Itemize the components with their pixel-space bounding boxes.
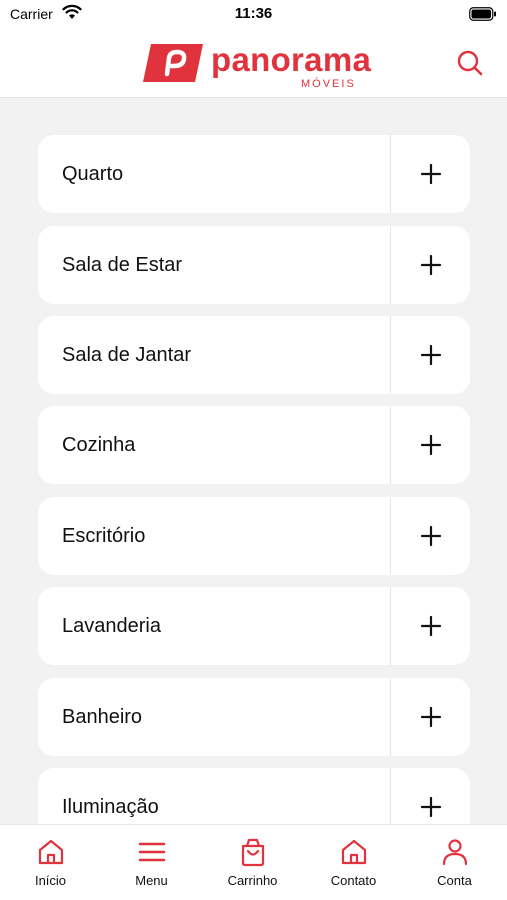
search-icon [457, 50, 483, 76]
nav-item-carrinho[interactable]: Carrinho [202, 825, 303, 900]
category-item-lavanderia[interactable]: Lavanderia [38, 587, 470, 665]
search-button[interactable] [455, 48, 485, 78]
category-item-escritorio[interactable]: Escritório [38, 497, 470, 575]
bag-icon [241, 838, 265, 867]
nav-label: Carrinho [227, 873, 278, 888]
category-label: Sala de Jantar [62, 344, 191, 366]
expand-button[interactable] [390, 135, 470, 213]
category-label: Escritório [62, 525, 146, 547]
plus-icon [420, 615, 442, 637]
category-item-iluminacao[interactable]: Iluminação [38, 768, 470, 824]
nav-label: Contato [330, 873, 377, 888]
plus-icon [420, 254, 442, 276]
category-list[interactable]: Quarto Sala de Estar Sala de Jantar Cozi… [0, 98, 507, 824]
plus-icon [420, 434, 442, 456]
nav-label: Início [34, 873, 67, 888]
status-time: 11:36 [234, 5, 273, 22]
expand-button[interactable] [390, 587, 470, 665]
plus-icon [420, 706, 442, 728]
nav-item-menu[interactable]: Menu [101, 825, 202, 900]
expand-button[interactable] [390, 768, 470, 824]
user-icon [442, 839, 468, 866]
home-icon [341, 839, 367, 865]
category-label: Banheiro [62, 706, 143, 728]
expand-button[interactable] [390, 226, 470, 304]
logo-subtitle: MÓVEIS [301, 78, 356, 90]
menu-icon [138, 842, 166, 862]
nav-item-inicio[interactable]: Início [0, 825, 101, 900]
expand-button[interactable] [390, 497, 470, 575]
category-label: Lavanderia [62, 615, 161, 637]
category-label: Iluminação [62, 796, 159, 818]
app-header: panorama MÓVEIS [0, 30, 507, 98]
brand-logo[interactable]: panorama MÓVEIS [143, 41, 371, 90]
plus-icon [420, 163, 442, 185]
battery-icon [469, 7, 496, 21]
logo-mark-icon [143, 44, 203, 82]
plus-icon [420, 796, 442, 818]
expand-button[interactable] [390, 678, 470, 756]
status-bar: Carrier 11:36 [0, 0, 507, 30]
nav-item-conta[interactable]: Conta [404, 825, 505, 900]
nav-item-contato[interactable]: Contato [303, 825, 404, 900]
category-label: Quarto [62, 163, 124, 185]
logo-wordmark: panorama [211, 41, 372, 78]
category-item-banheiro[interactable]: Banheiro [38, 678, 470, 756]
nav-label: Menu [135, 873, 168, 888]
category-label: Cozinha [62, 434, 136, 456]
category-item-sala-de-estar[interactable]: Sala de Estar [38, 226, 470, 304]
home-icon [38, 839, 64, 865]
plus-icon [420, 525, 442, 547]
category-item-quarto[interactable]: Quarto [38, 135, 470, 213]
category-label: Sala de Estar [62, 254, 183, 276]
nav-label: Conta [437, 873, 472, 888]
expand-button[interactable] [390, 406, 470, 484]
category-item-cozinha[interactable]: Cozinha [38, 406, 470, 484]
plus-icon [420, 344, 442, 366]
expand-button[interactable] [390, 316, 470, 394]
bottom-nav: Início Menu Carrinho Contato Conta [0, 824, 507, 900]
category-item-sala-de-jantar[interactable]: Sala de Jantar [38, 316, 470, 394]
